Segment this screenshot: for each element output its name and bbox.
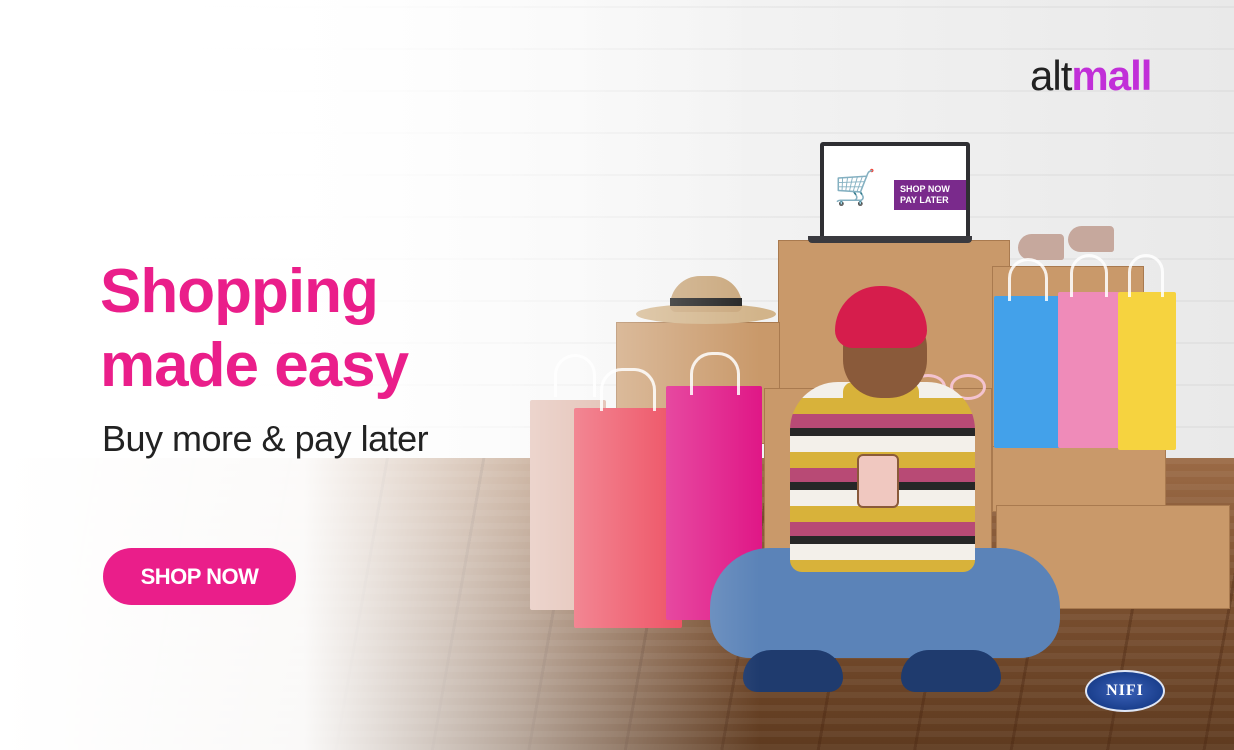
smartphone (857, 454, 899, 508)
red-headwrap (835, 286, 927, 348)
promo-banner: 🛒 SHOP NOW PAY LATER altmall Shopping ma… (0, 0, 1234, 750)
nifi-badge-icon: NIFI (1085, 670, 1165, 712)
laptop-screen: 🛒 SHOP NOW PAY LATER (820, 142, 970, 242)
shopping-bag (1118, 292, 1176, 450)
shop-now-button[interactable]: SHOP NOW (103, 548, 296, 605)
sneaker (901, 650, 1001, 692)
bag-handle (1070, 254, 1108, 297)
headline: Shopping made easy (100, 257, 409, 400)
logo-prefix: alt (1030, 52, 1072, 99)
shopping-bag (1058, 292, 1120, 448)
altmall-logo[interactable]: altmall (1030, 52, 1152, 100)
logo-suffix: mall (1071, 52, 1152, 99)
bag-handle (1128, 254, 1164, 297)
subheadline: Buy more & pay later (102, 418, 429, 459)
laptop-shop-now-badge: SHOP NOW PAY LATER (894, 180, 966, 210)
high-heels (1018, 208, 1128, 264)
shopping-cart-icon: 🛒 (834, 169, 877, 207)
laptop-base (808, 236, 972, 243)
